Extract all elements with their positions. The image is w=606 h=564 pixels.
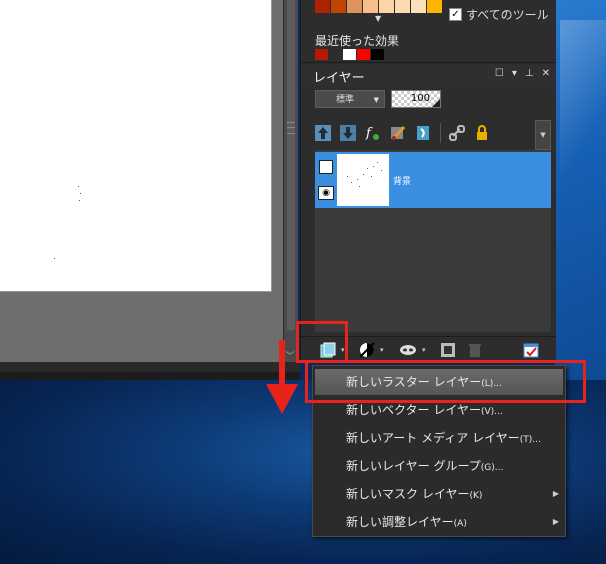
move-layer-up-icon[interactable] — [313, 123, 333, 143]
color-swatch[interactable] — [371, 49, 384, 60]
check-icon[interactable]: ✓ — [449, 8, 462, 21]
status-bar — [0, 372, 300, 380]
color-swatch[interactable] — [379, 0, 394, 13]
layer-properties-icon[interactable] — [523, 342, 539, 358]
swatch-dropdown-icon[interactable]: ▼ — [375, 14, 381, 23]
color-swatch[interactable] — [315, 49, 328, 60]
color-swatch[interactable] — [411, 0, 426, 13]
color-swatch[interactable] — [347, 0, 362, 13]
layer-thumbnail — [337, 154, 389, 206]
move-layer-down-icon[interactable] — [338, 123, 358, 143]
color-swatch[interactable] — [395, 0, 410, 13]
toolbar-separator — [440, 123, 441, 143]
layer-row-background[interactable]: ◉ 背景 — [315, 152, 551, 208]
menu-item-new-adjustment-layer[interactable]: 新しい調整レイヤー(A) ▶ — [315, 509, 563, 535]
opacity-slider[interactable]: 100 — [391, 90, 441, 108]
vertical-scrollbar[interactable] — [283, 0, 298, 362]
color-swatch[interactable] — [357, 49, 370, 60]
menu-item-new-art-media-layer[interactable]: 新しいアート メディア レイヤー(T)... — [315, 425, 563, 451]
chevron-down-icon[interactable]: ▾ — [380, 346, 384, 354]
layer-visibility-fx-icon[interactable]: f — [363, 123, 383, 143]
red-arrow-annotation — [266, 340, 298, 414]
color-swatch[interactable] — [315, 0, 330, 13]
highlight-new-layer-button — [296, 321, 348, 363]
all-tools-label: すべてのツール — [466, 8, 549, 22]
right-panel: ▼ ✓ すべてのツール 最近使った効果 レイヤー ☐ ▾ ⊥ ✕ 標準 ▼ 10… — [300, 0, 556, 363]
layers-panel-title: レイヤー — [313, 71, 365, 86]
color-swatch[interactable] — [343, 49, 356, 60]
menu-item-new-mask-layer[interactable]: 新しいマスク レイヤー(K) ▶ — [315, 481, 563, 507]
swatch-row-recent — [315, 49, 385, 62]
layers-toolbar: f — [313, 120, 497, 146]
opacity-value: 100 — [410, 93, 430, 104]
submenu-arrow-icon: ▶ — [552, 489, 559, 498]
horizontal-bar — [0, 362, 300, 372]
delete-layer-icon[interactable] — [467, 342, 483, 358]
all-tools-toggle[interactable]: ✓ すべてのツール — [449, 6, 549, 23]
image-canvas[interactable] — [0, 0, 272, 292]
chevron-down-icon: ▼ — [373, 96, 379, 104]
recent-effects-label: 最近使った効果 — [315, 34, 400, 48]
scrollbar-thumb[interactable] — [287, 0, 295, 330]
maximize-icon[interactable]: ☐ — [495, 68, 504, 79]
color-swatch[interactable] — [363, 0, 378, 13]
adjustment-layer-icon[interactable] — [359, 342, 375, 358]
canvas-workspace[interactable] — [0, 0, 283, 362]
swatch-row-materials — [315, 0, 443, 13]
panel-window-controls: ☐ ▾ ⊥ ✕ — [495, 68, 550, 79]
chevron-down-icon[interactable]: ▾ — [422, 346, 426, 354]
divider — [301, 62, 556, 63]
color-swatch[interactable] — [331, 0, 346, 13]
duplicate-layer-icon[interactable] — [440, 342, 456, 358]
raster-layer-icon — [319, 160, 333, 174]
toolbar-more-button[interactable]: ▼ — [535, 120, 551, 150]
lock-icon[interactable] — [472, 123, 492, 143]
mask-icon[interactable] — [399, 342, 416, 358]
color-swatch[interactable] — [427, 0, 442, 13]
color-swatch[interactable] — [329, 49, 342, 60]
brush-edit-icon[interactable] — [388, 123, 408, 143]
menu-dropdown-icon[interactable]: ▾ — [512, 68, 517, 79]
submenu-arrow-icon: ▶ — [552, 517, 559, 526]
pin-icon[interactable]: ⊥ — [525, 68, 534, 79]
blend-mode-value: 標準 — [336, 95, 355, 105]
eye-icon[interactable]: ◉ — [318, 186, 334, 200]
blend-mode-dropdown[interactable]: 標準 ▼ — [315, 90, 385, 108]
scrollbar-grip-icon — [287, 122, 295, 134]
close-icon[interactable]: ✕ — [542, 68, 550, 79]
menu-item-new-layer-group[interactable]: 新しいレイヤー グループ(G)... — [315, 453, 563, 479]
highlight-new-raster-layer-item — [305, 360, 586, 403]
svg-text:f: f — [365, 126, 373, 141]
layer-name: 背景 — [393, 177, 412, 187]
link-icon[interactable] — [447, 123, 467, 143]
layer-list[interactable]: ◉ 背景 — [315, 150, 551, 332]
layer-style-icon[interactable] — [413, 123, 433, 143]
layers-title-bar[interactable]: レイヤー ☐ ▾ ⊥ ✕ — [301, 64, 556, 86]
desktop-background-right — [555, 0, 606, 380]
